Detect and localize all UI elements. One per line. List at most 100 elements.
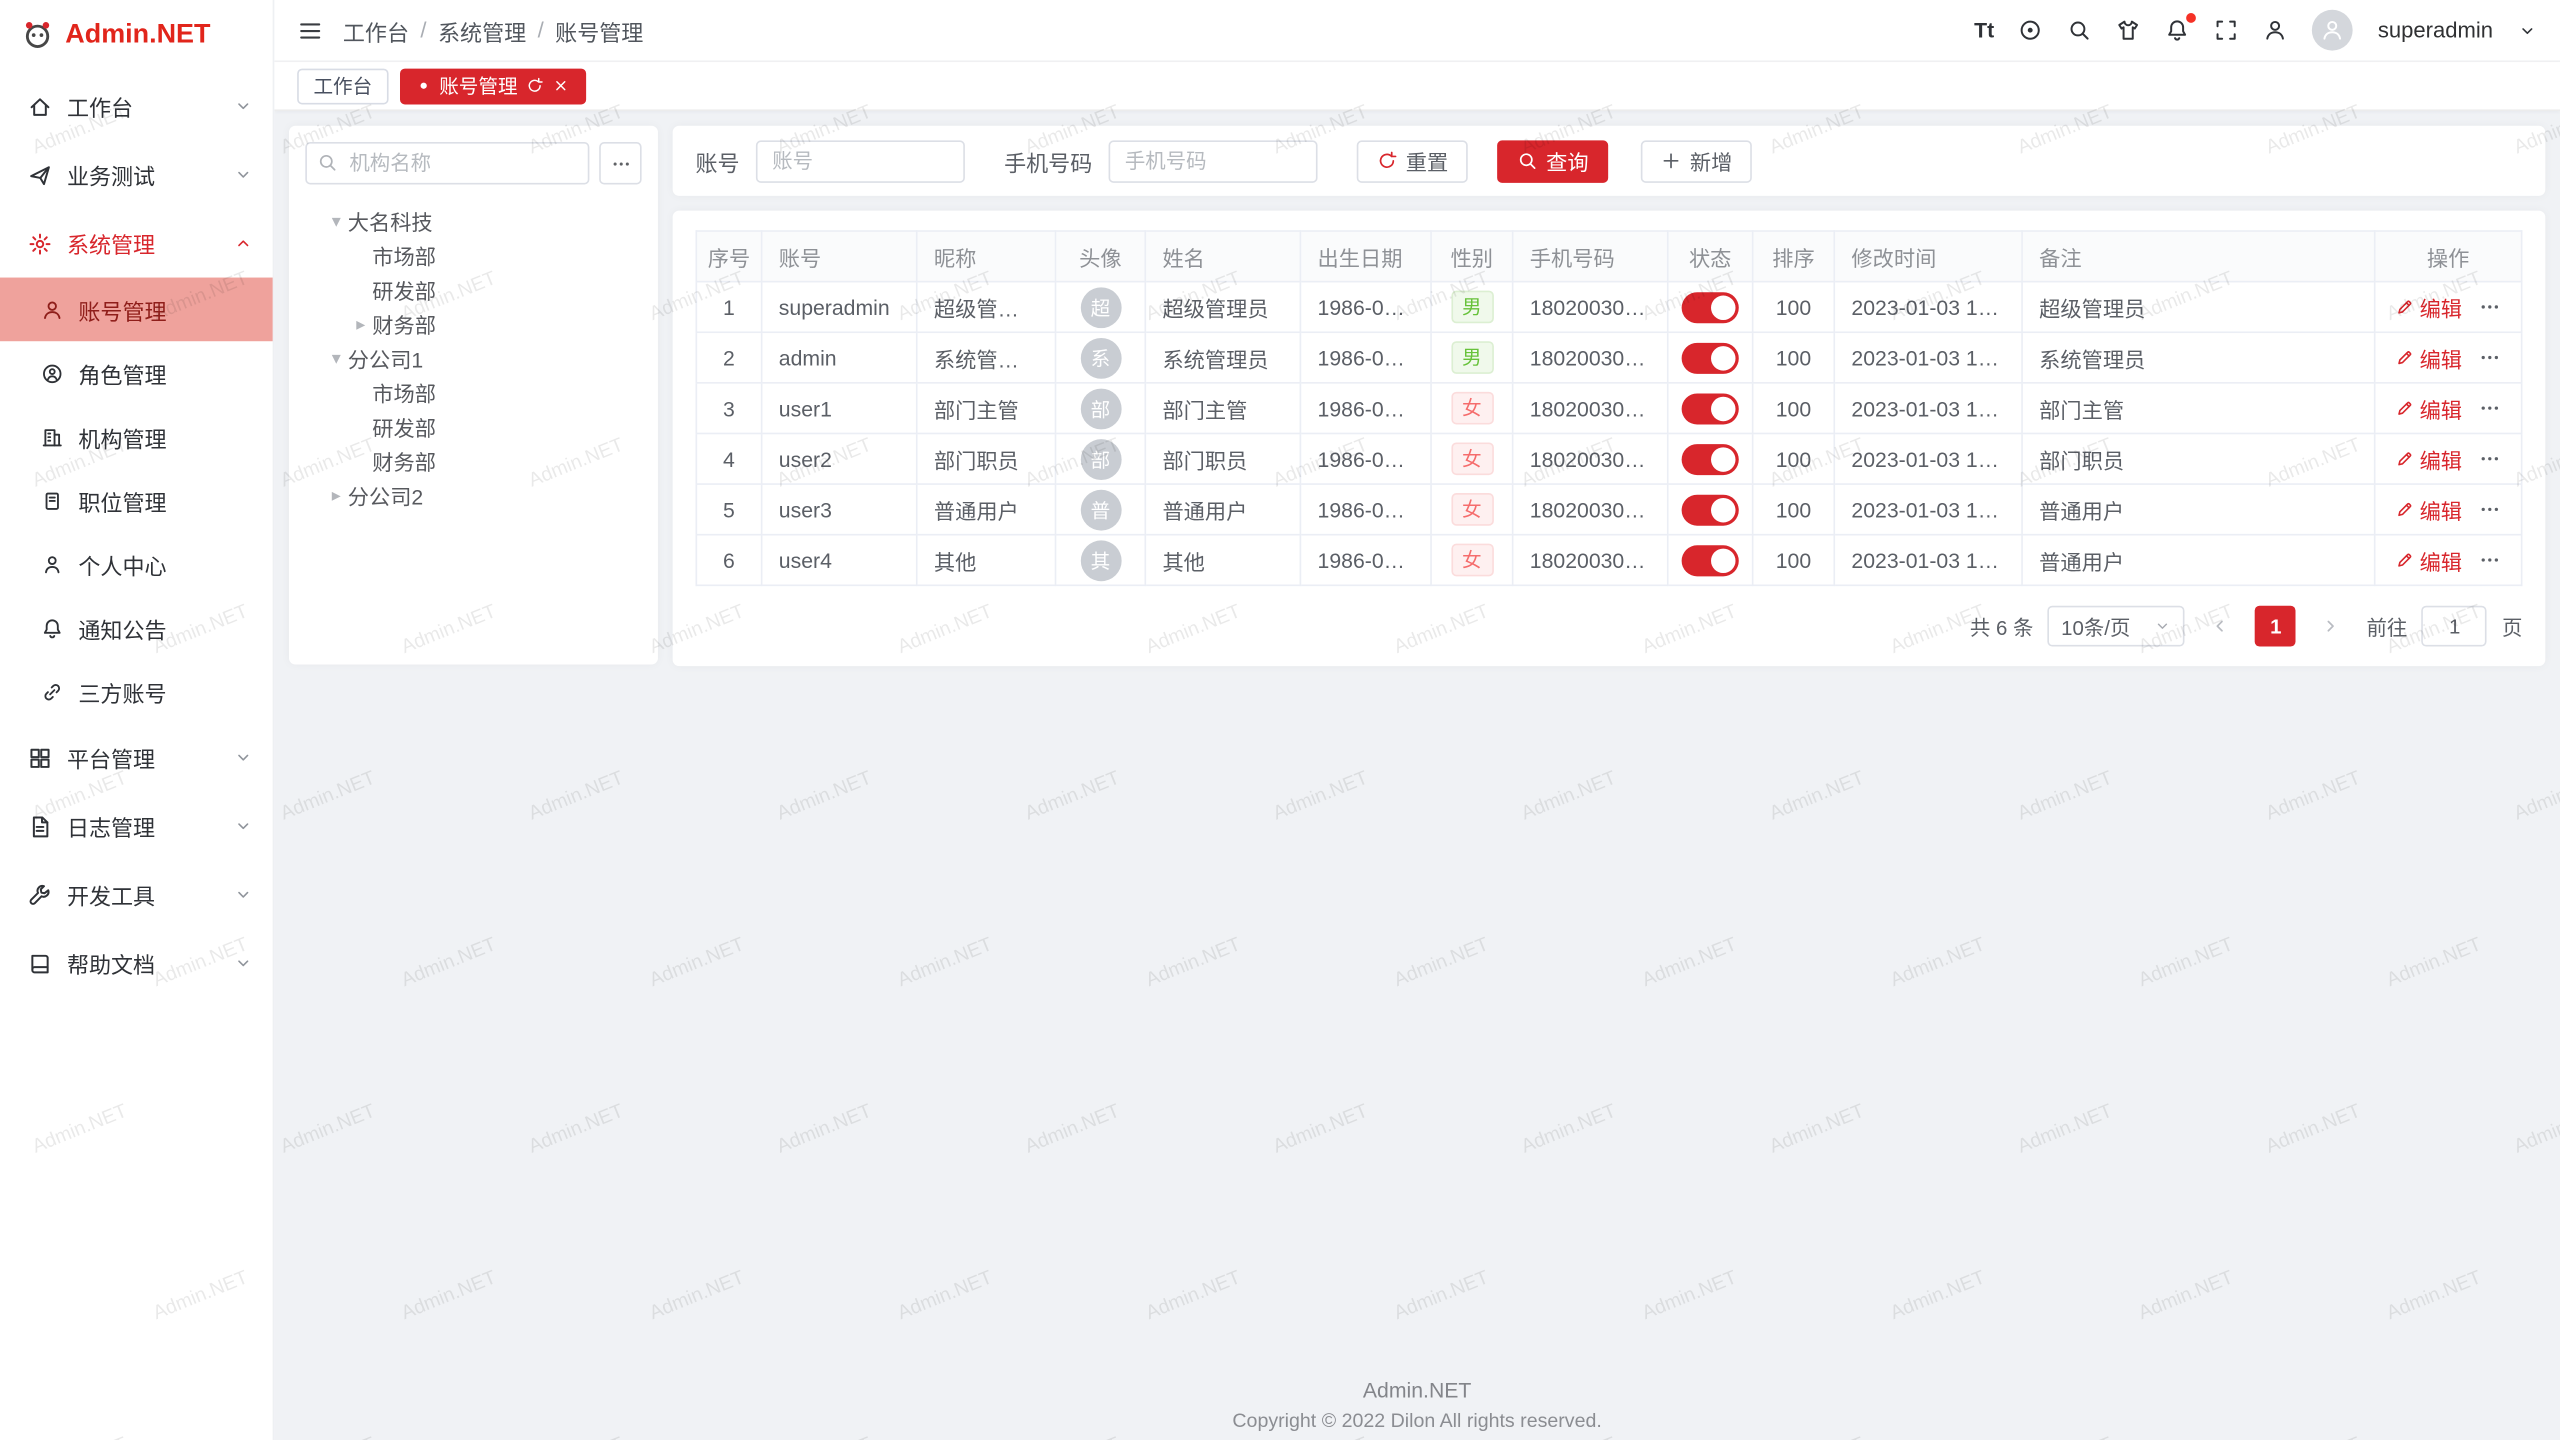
sidebar-item-notice[interactable]: 通知公告 [0,596,273,660]
status-cell [1668,282,1753,333]
sidebar-item-label: 平台管理 [67,741,219,774]
edit-button[interactable]: 编辑 [2395,544,2462,575]
row-more-button[interactable] [2478,346,2501,369]
column-header: 操作 [2375,231,2522,282]
sidebar-item-workbench[interactable]: 工作台 [0,72,273,141]
status-cell [1668,433,1753,484]
row-more-button[interactable] [2478,549,2501,572]
tree-node[interactable]: ▸分公司2 [305,478,641,512]
reset-button[interactable]: 重置 [1357,140,1468,182]
sidebar-item-dev-tools[interactable]: 开发工具 [0,860,273,929]
tab-label: 账号管理 [439,72,517,100]
tree-node[interactable]: ▸财务部 [305,307,641,341]
sidebar-item-log-management[interactable]: 日志管理 [0,792,273,861]
username[interactable]: superadmin [2378,18,2493,42]
tree-more-button[interactable] [599,142,641,184]
sidebar-item-account-management[interactable]: 账号管理 [0,278,273,342]
tree-node[interactable]: 财务部 [305,444,641,478]
fullscreen-icon[interactable] [2215,18,2239,42]
tree-node[interactable]: 研发部 [305,410,641,444]
profile-icon[interactable] [2264,18,2288,42]
menu-collapse-icon[interactable] [297,17,323,43]
tree-node[interactable]: 市场部 [305,238,641,272]
edit-button[interactable]: 编辑 [2395,342,2462,373]
breadcrumb-item[interactable]: 系统管理 [438,14,526,47]
edit-icon [2395,550,2415,570]
index-cell: 2 [696,332,761,383]
row-more-button[interactable] [2478,397,2501,420]
status-toggle[interactable] [1682,494,1739,525]
prev-page-button[interactable] [2200,606,2241,647]
row-more-button[interactable] [2478,296,2501,319]
user-icon [41,298,64,321]
org-search-input[interactable] [305,142,589,184]
tree-node[interactable]: ▾大名科技 [305,204,641,238]
row-more-button[interactable] [2478,498,2501,521]
actions-cell: 编辑 [2375,535,2522,586]
gear-icon [28,231,52,255]
page-size-value: 10条/页 [2061,611,2130,642]
goto-page-input[interactable] [2422,606,2487,647]
tree-node[interactable]: 市场部 [305,376,641,410]
status-cell [1668,332,1753,383]
account-input[interactable] [756,140,965,182]
component-size-icon[interactable] [2019,18,2043,42]
sidebar-item-business-test[interactable]: 业务测试 [0,140,273,209]
phone-cell: 18020030720 [1513,332,1668,383]
avatar[interactable] [2313,10,2354,51]
status-toggle[interactable] [1682,443,1739,474]
caret-down-icon[interactable]: ▾ [325,211,348,232]
tree-node[interactable]: 研发部 [305,273,641,307]
sidebar-item-label: 机构管理 [78,420,253,453]
chevron-down-icon[interactable] [2518,20,2538,40]
phone-input[interactable] [1109,140,1318,182]
tab-workbench[interactable]: 工作台 [297,68,388,104]
sidebar-item-help-docs[interactable]: 帮助文档 [0,929,273,998]
sort-cell: 100 [1753,383,1835,434]
edit-button[interactable]: 编辑 [2395,291,2462,322]
status-toggle[interactable] [1682,544,1739,575]
sidebar-item-org-management[interactable]: 机构管理 [0,405,273,469]
breadcrumb-separator: / [420,18,426,42]
edit-label: 编辑 [2420,494,2462,525]
row-more-button[interactable] [2478,447,2501,470]
edit-button[interactable]: 编辑 [2395,393,2462,424]
breadcrumb-item[interactable]: 工作台 [343,14,409,47]
theme-icon[interactable] [2117,18,2141,42]
tab-refresh-icon[interactable] [526,77,544,95]
tab-close-icon[interactable] [552,77,570,95]
birth-date-cell: 1986-06-28 [1300,433,1431,484]
search-icon[interactable] [2068,18,2092,42]
bell-icon [41,616,64,639]
edit-button[interactable]: 编辑 [2395,443,2462,474]
caret-right-icon[interactable]: ▸ [325,485,348,506]
status-toggle[interactable] [1682,291,1739,322]
caret-right-icon[interactable]: ▸ [349,313,372,334]
sidebar-item-third-party-account[interactable]: 三方账号 [0,660,273,724]
tree-node[interactable]: ▾分公司1 [305,341,641,375]
sidebar-item-system-management[interactable]: 系统管理 [0,209,273,278]
current-page[interactable]: 1 [2255,606,2296,647]
caret-down-icon[interactable]: ▾ [325,348,348,369]
font-size-icon[interactable]: Tt [1974,18,1994,42]
status-toggle[interactable] [1682,342,1739,373]
notification-button[interactable] [2166,18,2190,42]
sidebar-item-personal-center[interactable]: 个人中心 [0,532,273,596]
add-button[interactable]: 新增 [1641,140,1752,182]
sidebar-item-platform-management[interactable]: 平台管理 [0,723,273,792]
sidebar-item-position-management[interactable]: 职位管理 [0,469,273,533]
modified-time-cell: 2023-01-03 10:59:44 [1834,433,2022,484]
phone-cell: 18020030720 [1513,383,1668,434]
tab-account-management[interactable]: 账号管理 [400,68,586,104]
app-logo[interactable]: Admin.NET [0,0,273,69]
modified-time-cell: 2023-01-03 10:59:44 [1834,484,2022,535]
next-page-button[interactable] [2311,606,2352,647]
edit-button[interactable]: 编辑 [2395,494,2462,525]
sidebar: Admin.NET 工作台业务测试系统管理账号管理角色管理机构管理职位管理个人中… [0,0,274,1440]
status-toggle[interactable] [1682,393,1739,424]
search-button[interactable]: 查询 [1497,140,1608,182]
page-size-select[interactable]: 10条/页 [2048,606,2185,647]
breadcrumb-item[interactable]: 账号管理 [555,14,643,47]
sidebar-item-role-management[interactable]: 角色管理 [0,341,273,405]
remark-cell: 系统管理员 [2022,332,2375,383]
